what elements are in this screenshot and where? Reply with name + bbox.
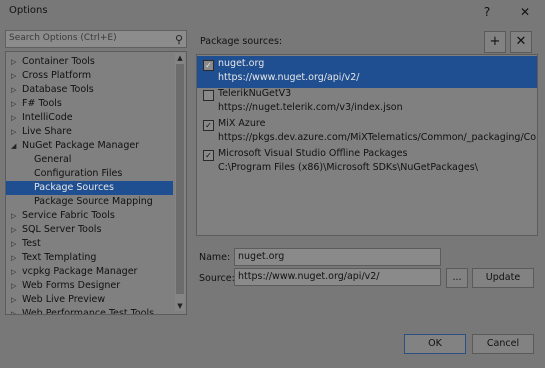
remove-source-button[interactable]: ✕ bbox=[510, 31, 532, 53]
expand-arrow-icon[interactable]: ▷ bbox=[11, 111, 16, 125]
expand-arrow-icon[interactable]: ▷ bbox=[11, 97, 16, 111]
expand-arrow-icon[interactable]: ▷ bbox=[11, 83, 16, 97]
tree-item-label: Cross Platform bbox=[22, 70, 92, 81]
package-source-row[interactable]: ✓ Microsoft Visual Studio Offline Package… bbox=[197, 146, 537, 178]
search-placeholder: Search Options (Ctrl+E) bbox=[9, 33, 117, 43]
tree-item-label: IntelliCode bbox=[22, 112, 73, 123]
tree-item-label: F# Tools bbox=[22, 98, 62, 109]
expand-arrow-icon[interactable]: ▷ bbox=[11, 279, 16, 293]
close-button[interactable]: ✕ bbox=[514, 2, 536, 22]
title-bar: Options ? ✕ bbox=[0, 0, 545, 24]
enable-checkbox[interactable]: ✓ bbox=[203, 150, 214, 161]
tree-item[interactable]: ▷ Web Performance Test Tools bbox=[6, 307, 173, 315]
plus-icon: + bbox=[489, 34, 501, 49]
tree-item-label: Web Live Preview bbox=[22, 294, 106, 305]
enable-checkbox[interactable]: ✓ bbox=[203, 60, 214, 71]
tree-item[interactable]: Package Source Mapping bbox=[6, 195, 173, 209]
tree-item-label: Live Share bbox=[22, 126, 72, 137]
tree-item-label: vcpkg Package Manager bbox=[22, 266, 138, 277]
expand-arrow-icon[interactable]: ▷ bbox=[11, 55, 16, 69]
source-url: https://pkgs.dev.azure.com/MiXTelematics… bbox=[218, 132, 538, 143]
source-url: C:\Program Files (x86)\Microsoft SDKs\Nu… bbox=[218, 162, 478, 173]
source-name: MiX Azure bbox=[218, 118, 266, 129]
search-input[interactable]: Search Options (Ctrl+E) ⚲ bbox=[5, 30, 187, 48]
source-value: https://www.nuget.org/api/v2/ bbox=[238, 271, 380, 282]
tree-item[interactable]: ▷ F# Tools bbox=[6, 97, 173, 111]
expand-arrow-icon[interactable]: ▷ bbox=[11, 69, 16, 83]
expand-arrow-icon[interactable]: ▷ bbox=[11, 293, 16, 307]
source-url: https://www.nuget.org/api/v2/ bbox=[218, 72, 360, 83]
tree-item-label: Package Sources bbox=[34, 182, 114, 193]
remove-icon: ✕ bbox=[515, 34, 527, 49]
source-url: https://nuget.telerik.com/v3/index.json bbox=[218, 102, 403, 113]
tree-item[interactable]: ▷ SQL Server Tools bbox=[6, 223, 173, 237]
window-title: Options bbox=[9, 5, 48, 16]
update-button[interactable]: Update bbox=[472, 268, 534, 288]
scroll-thumb[interactable] bbox=[176, 64, 184, 294]
expand-arrow-icon[interactable]: ▷ bbox=[11, 209, 16, 223]
package-sources-label: Package sources: bbox=[200, 36, 283, 47]
tree-item-label: Web Performance Test Tools bbox=[22, 308, 155, 315]
tree-item[interactable]: ▷ Container Tools bbox=[6, 55, 173, 69]
expand-arrow-icon[interactable]: ▷ bbox=[11, 125, 16, 139]
tree-item[interactable]: ▷ Web Forms Designer bbox=[6, 279, 173, 293]
expand-arrow-icon[interactable]: ▷ bbox=[11, 223, 16, 237]
search-icon[interactable]: ⚲ bbox=[175, 33, 183, 46]
package-source-row[interactable]: ✓ MiX Azure https://pkgs.dev.azure.com/MiX… bbox=[197, 116, 537, 148]
tree-item-label: Configuration Files bbox=[34, 168, 123, 179]
tree-item[interactable]: ▷ Live Share bbox=[6, 125, 173, 139]
tree-item-label: Database Tools bbox=[22, 84, 94, 95]
tree-item-label: SQL Server Tools bbox=[22, 224, 102, 235]
source-field[interactable]: https://www.nuget.org/api/v2/ bbox=[234, 268, 441, 286]
tree-scrollbar[interactable]: ▲ ▼ bbox=[175, 53, 185, 311]
expand-arrow-icon[interactable]: ▷ bbox=[11, 237, 16, 251]
enable-checkbox[interactable]: ✓ bbox=[203, 120, 214, 131]
source-label: Source: bbox=[199, 273, 235, 284]
browse-button[interactable]: ... bbox=[446, 268, 468, 288]
options-tree[interactable]: ▷ Web Performance Test Tools ▷ Web Live Pre… bbox=[5, 51, 187, 315]
help-button[interactable]: ? bbox=[476, 2, 498, 22]
tree-item-label: Web Forms Designer bbox=[22, 280, 121, 291]
tree-item-label: Service Fabric Tools bbox=[22, 210, 115, 221]
tree-item[interactable]: ▷ IntelliCode bbox=[6, 111, 173, 125]
source-name: nuget.org bbox=[218, 58, 265, 69]
source-name: Microsoft Visual Studio Offline Packages bbox=[218, 148, 408, 159]
tree-item-label: Text Templating bbox=[22, 252, 97, 263]
collapse-arrow-icon[interactable]: ◢ bbox=[11, 139, 16, 153]
tree-item-label: Package Source Mapping bbox=[34, 196, 153, 207]
tree-item[interactable]: ▷ Cross Platform bbox=[6, 69, 173, 83]
tree-item-label: General bbox=[34, 154, 72, 165]
package-source-row[interactable]: ✓ nuget.org https://www.nuget.org/api/v2/ bbox=[197, 56, 537, 88]
scroll-down-icon[interactable]: ▼ bbox=[175, 301, 185, 311]
tree-item[interactable]: Package Sources bbox=[6, 181, 173, 195]
tree-item[interactable]: ▷ Test bbox=[6, 237, 173, 251]
tree-item[interactable]: ▷ Text Templating bbox=[6, 251, 173, 265]
tree-item[interactable]: General bbox=[6, 153, 173, 167]
tree-item[interactable]: ▷ Database Tools bbox=[6, 83, 173, 97]
tree-item[interactable]: ▷ vcpkg Package Manager bbox=[6, 265, 173, 279]
add-source-button[interactable]: + bbox=[484, 31, 506, 53]
tree-item-label: Container Tools bbox=[22, 56, 95, 67]
name-field[interactable]: nuget.org bbox=[234, 248, 441, 266]
expand-arrow-icon[interactable]: ▷ bbox=[11, 251, 16, 265]
tree-item[interactable]: ▷ Service Fabric Tools bbox=[6, 209, 173, 223]
tree-item-label: NuGet Package Manager bbox=[22, 140, 140, 151]
expand-arrow-icon[interactable]: ▷ bbox=[11, 265, 16, 279]
package-sources-list[interactable]: ✓ nuget.org https://www.nuget.org/api/v2/T… bbox=[196, 54, 538, 236]
cancel-button[interactable]: Cancel bbox=[472, 334, 534, 354]
name-label: Name: bbox=[199, 252, 231, 263]
expand-arrow-icon[interactable]: ▷ bbox=[11, 307, 16, 314]
tree-item[interactable]: ▷ Web Live Preview bbox=[6, 293, 173, 307]
name-value: nuget.org bbox=[238, 251, 285, 262]
package-source-row[interactable]: TelerikNuGetV3 https://nuget.telerik.com/… bbox=[197, 86, 537, 118]
tree-item[interactable]: ◢ NuGet Package Manager bbox=[6, 139, 173, 153]
tree-item-label: Test bbox=[22, 238, 41, 249]
scroll-up-icon[interactable]: ▲ bbox=[175, 53, 185, 63]
enable-checkbox[interactable] bbox=[203, 90, 214, 101]
ok-button[interactable]: OK bbox=[404, 334, 466, 354]
tree-item[interactable]: Configuration Files bbox=[6, 167, 173, 181]
source-name: TelerikNuGetV3 bbox=[218, 88, 292, 99]
